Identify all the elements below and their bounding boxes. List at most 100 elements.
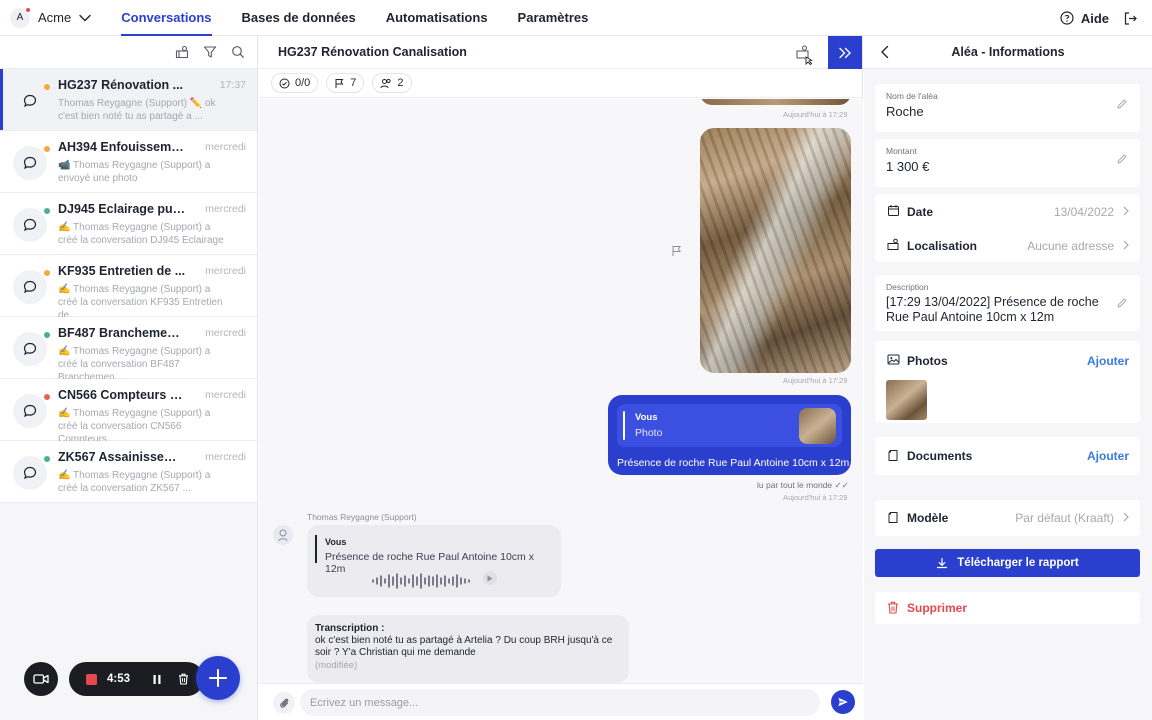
org-initial: A [16,12,24,23]
conversation-item[interactable]: DJ945 Eclairage public mercredi ✍️ Thoma… [0,193,257,259]
photo-message[interactable] [700,128,851,373]
collapse-panel-button[interactable] [828,36,862,69]
users-icon [380,78,392,89]
check-circle-icon [279,78,290,89]
photo-message-partial[interactable] [700,99,851,105]
model-label: Modèle [907,511,949,525]
chat-title: HG237 Rénovation Canalisation [278,45,467,59]
org-switcher[interactable]: A Acme [10,0,91,36]
quote-thumbnail [799,408,836,444]
photos-section: Photos Ajouter [875,341,1140,423]
location-row[interactable]: Localisation Aucune adresse [875,228,1140,262]
trash-icon [887,601,899,614]
send-button[interactable] [831,690,855,714]
conversation-title: AH394 Enfouissement ... [58,140,186,154]
model-row[interactable]: Modèle Par défaut (Kraaft) [875,500,1140,536]
help-button[interactable]: Aide [1060,11,1109,26]
new-conversation-button[interactable] [196,656,240,700]
tab-bases-de-donnees[interactable]: Bases de données [242,0,356,36]
chat-bubble-icon [13,146,47,180]
pencil-icon[interactable] [1116,153,1128,165]
field-value: 1 300 € [886,159,930,174]
chat-bubble-icon [13,270,47,304]
video-call-button[interactable] [24,662,58,696]
field-label: Nom de l'aléa [886,91,938,101]
add-photo-button[interactable]: Ajouter [1087,354,1129,368]
outgoing-message[interactable]: Vous Photo Présence de roche Rue Paul An… [608,395,851,475]
delete-button[interactable]: Supprimer [875,592,1140,624]
attach-button[interactable] [273,692,295,714]
documents-label: Documents [907,449,973,463]
avatar [273,525,293,545]
conversation-time: mercredi [205,389,246,401]
play-button[interactable] [483,571,497,585]
conversation-item[interactable]: AH394 Enfouissement ... mercredi 📹 Thoma… [0,131,257,193]
add-document-button[interactable]: Ajouter [1087,449,1129,463]
conversation-item[interactable]: ZK567 Assainissement ... mercredi ✍️ Tho… [0,441,257,503]
tab-parametres[interactable]: Paramètres [518,0,589,36]
download-report-button[interactable]: Télécharger le rapport [875,549,1140,577]
flags-chip[interactable]: 7 [326,73,365,93]
notification-dot [25,6,31,13]
map-icon[interactable] [794,43,814,65]
status-dot [44,84,50,90]
date-row[interactable]: Date 13/04/2022 [875,194,1140,228]
conversation-item[interactable]: BF487 Branchement gaz mercredi ✍️ Thomas… [0,317,257,383]
quoted-message[interactable]: Vous Présence de roche Rue Paul Antoine … [315,533,553,575]
calendar-icon [887,204,900,217]
amount-field[interactable]: Montant 1 300 € [875,139,1140,187]
flag-icon[interactable] [671,245,683,257]
photo-thumbnail[interactable] [886,380,927,420]
message-input[interactable] [300,689,820,716]
people-chip[interactable]: 2 [372,73,412,93]
quoted-photo[interactable]: Vous Photo [617,404,842,447]
name-field[interactable]: Nom de l'aléa Roche [875,84,1140,132]
incoming-audio-message[interactable]: Vous Présence de roche Rue Paul Antoine … [307,525,561,597]
trash-icon[interactable] [178,673,189,685]
tab-automatisations[interactable]: Automatisations [386,0,488,36]
org-avatar: A [10,6,31,28]
documents-section: Documents Ajouter [875,437,1140,475]
conversation-title: ZK567 Assainissement ... [58,450,186,464]
date-value: 13/04/2022 [1053,205,1114,219]
tab-conversations[interactable]: Conversations [121,0,212,36]
video-camera-icon [33,673,49,685]
search-icon[interactable] [231,45,245,59]
tasks-chip[interactable]: 0/0 [271,73,319,93]
status-dot [44,456,50,462]
chat-bubble-icon [13,394,47,428]
sender-name: Thomas Reygagne (Support) [307,512,417,522]
chat-bubble-icon [13,84,47,118]
chevron-right-icon [1123,512,1129,522]
conversation-title: CN566 Compteurs d'eau [58,388,186,402]
conversation-title: DJ945 Eclairage public [58,202,186,216]
list-toolbar [0,36,257,69]
conversation-preview: 📹 Thomas Reygagne (Support) a envoyé une… [58,160,211,184]
chat-header: HG237 Rénovation Canalisation [259,36,862,69]
audio-waveform [371,572,471,593]
nav-right: Aide [1060,0,1138,36]
filter-icon[interactable] [203,45,217,59]
conversation-item[interactable]: CN566 Compteurs d'eau mercredi ✍️ Thomas… [0,379,257,445]
map-icon[interactable] [175,45,189,59]
pencil-icon[interactable] [1116,297,1128,309]
logout-icon[interactable] [1123,11,1138,26]
help-icon [1060,11,1074,25]
conversation-item[interactable]: KF935 Entretien de ... mercredi ✍️ Thoma… [0,255,257,321]
pencil-icon[interactable] [1116,98,1128,110]
description-field[interactable]: Description [17:29 13/04/2022] Présence … [875,275,1140,331]
message-thread[interactable]: Aujourd'hui à 17:29 Aujourd'hui à 17:29 … [259,99,863,683]
photos-label: Photos [907,354,948,368]
chevron-left-icon[interactable] [880,45,890,59]
record-stop-button[interactable] [86,673,97,685]
conversation-item[interactable]: HG237 Rénovation ... 17:37 Thomas Reygag… [0,69,257,131]
delete-label: Supprimer [907,601,968,615]
pause-icon[interactable] [152,674,162,685]
transcription-message[interactable]: Transcription : ok c'est bien noté tu as… [307,615,629,683]
transcription-label: Transcription : [315,623,385,634]
location-value: Aucune adresse [1027,239,1114,253]
location-label: Localisation [907,239,978,253]
field-value: Roche [886,104,924,119]
date-location-card: Date 13/04/2022 Localisation Aucune adre… [875,194,1140,262]
org-name: Acme [38,10,72,25]
